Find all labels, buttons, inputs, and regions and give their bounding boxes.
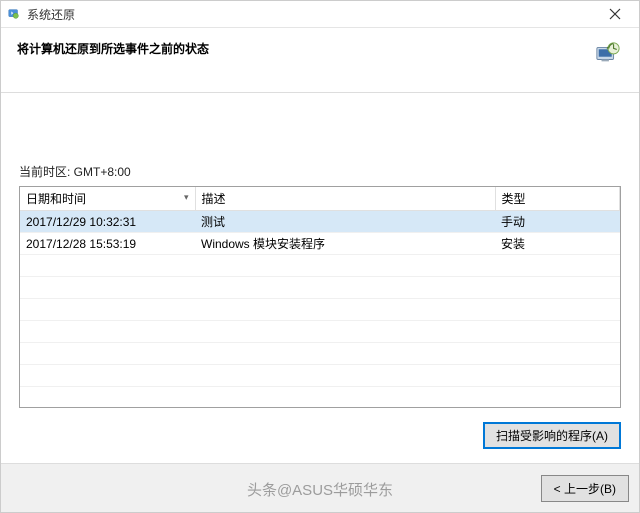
table-row xyxy=(20,255,620,277)
table-row xyxy=(20,277,620,299)
cell-datetime: 2017/12/28 15:53:19 xyxy=(20,233,195,255)
col-header-datetime[interactable]: 日期和时间 ▾ xyxy=(20,187,195,211)
system-restore-window: 系统还原 将计算机还原到所选事件之前的状态 当前时区: GMT+8:00 xyxy=(0,0,640,513)
body: 当前时区: GMT+8:00 日期和时间 ▾ 描述 类型 xyxy=(1,93,639,463)
footer: < 上一步(B) xyxy=(1,463,639,512)
titlebar: 系统还原 xyxy=(1,1,639,28)
close-icon xyxy=(609,8,621,20)
col-header-datetime-label: 日期和时间 xyxy=(26,192,86,206)
col-header-description[interactable]: 描述 xyxy=(195,187,495,211)
cell-datetime: 2017/12/29 10:32:31 xyxy=(20,211,195,233)
timezone-label: 当前时区: GMT+8:00 xyxy=(19,163,621,180)
close-button[interactable] xyxy=(597,1,633,27)
cell-type: 手动 xyxy=(495,211,620,233)
header: 将计算机还原到所选事件之前的状态 xyxy=(1,28,639,93)
table-row xyxy=(20,321,620,343)
col-header-type[interactable]: 类型 xyxy=(495,187,620,211)
table-row xyxy=(20,299,620,321)
cell-description: Windows 模块安装程序 xyxy=(195,233,495,255)
table-row xyxy=(20,365,620,387)
table-header-row: 日期和时间 ▾ 描述 类型 xyxy=(20,187,620,211)
table-row[interactable]: 2017/12/29 10:32:31 测试 手动 xyxy=(20,211,620,233)
table-row xyxy=(20,343,620,365)
window-title: 系统还原 xyxy=(27,6,597,23)
app-icon xyxy=(7,7,21,21)
scan-affected-button[interactable]: 扫描受影响的程序(A) xyxy=(483,422,621,449)
cell-description: 测试 xyxy=(195,211,495,233)
scan-row: 扫描受影响的程序(A) xyxy=(19,422,621,449)
table-row xyxy=(20,387,620,409)
restore-points-table[interactable]: 日期和时间 ▾ 描述 类型 2017/12/29 10:32:31 测试 手动 xyxy=(19,186,621,408)
table-row[interactable]: 2017/12/28 15:53:19 Windows 模块安装程序 安装 xyxy=(20,233,620,255)
sort-desc-icon: ▾ xyxy=(184,192,189,203)
page-heading: 将计算机还原到所选事件之前的状态 xyxy=(17,40,209,57)
restore-icon xyxy=(593,40,623,66)
back-button[interactable]: < 上一步(B) xyxy=(541,475,629,502)
cell-type: 安装 xyxy=(495,233,620,255)
